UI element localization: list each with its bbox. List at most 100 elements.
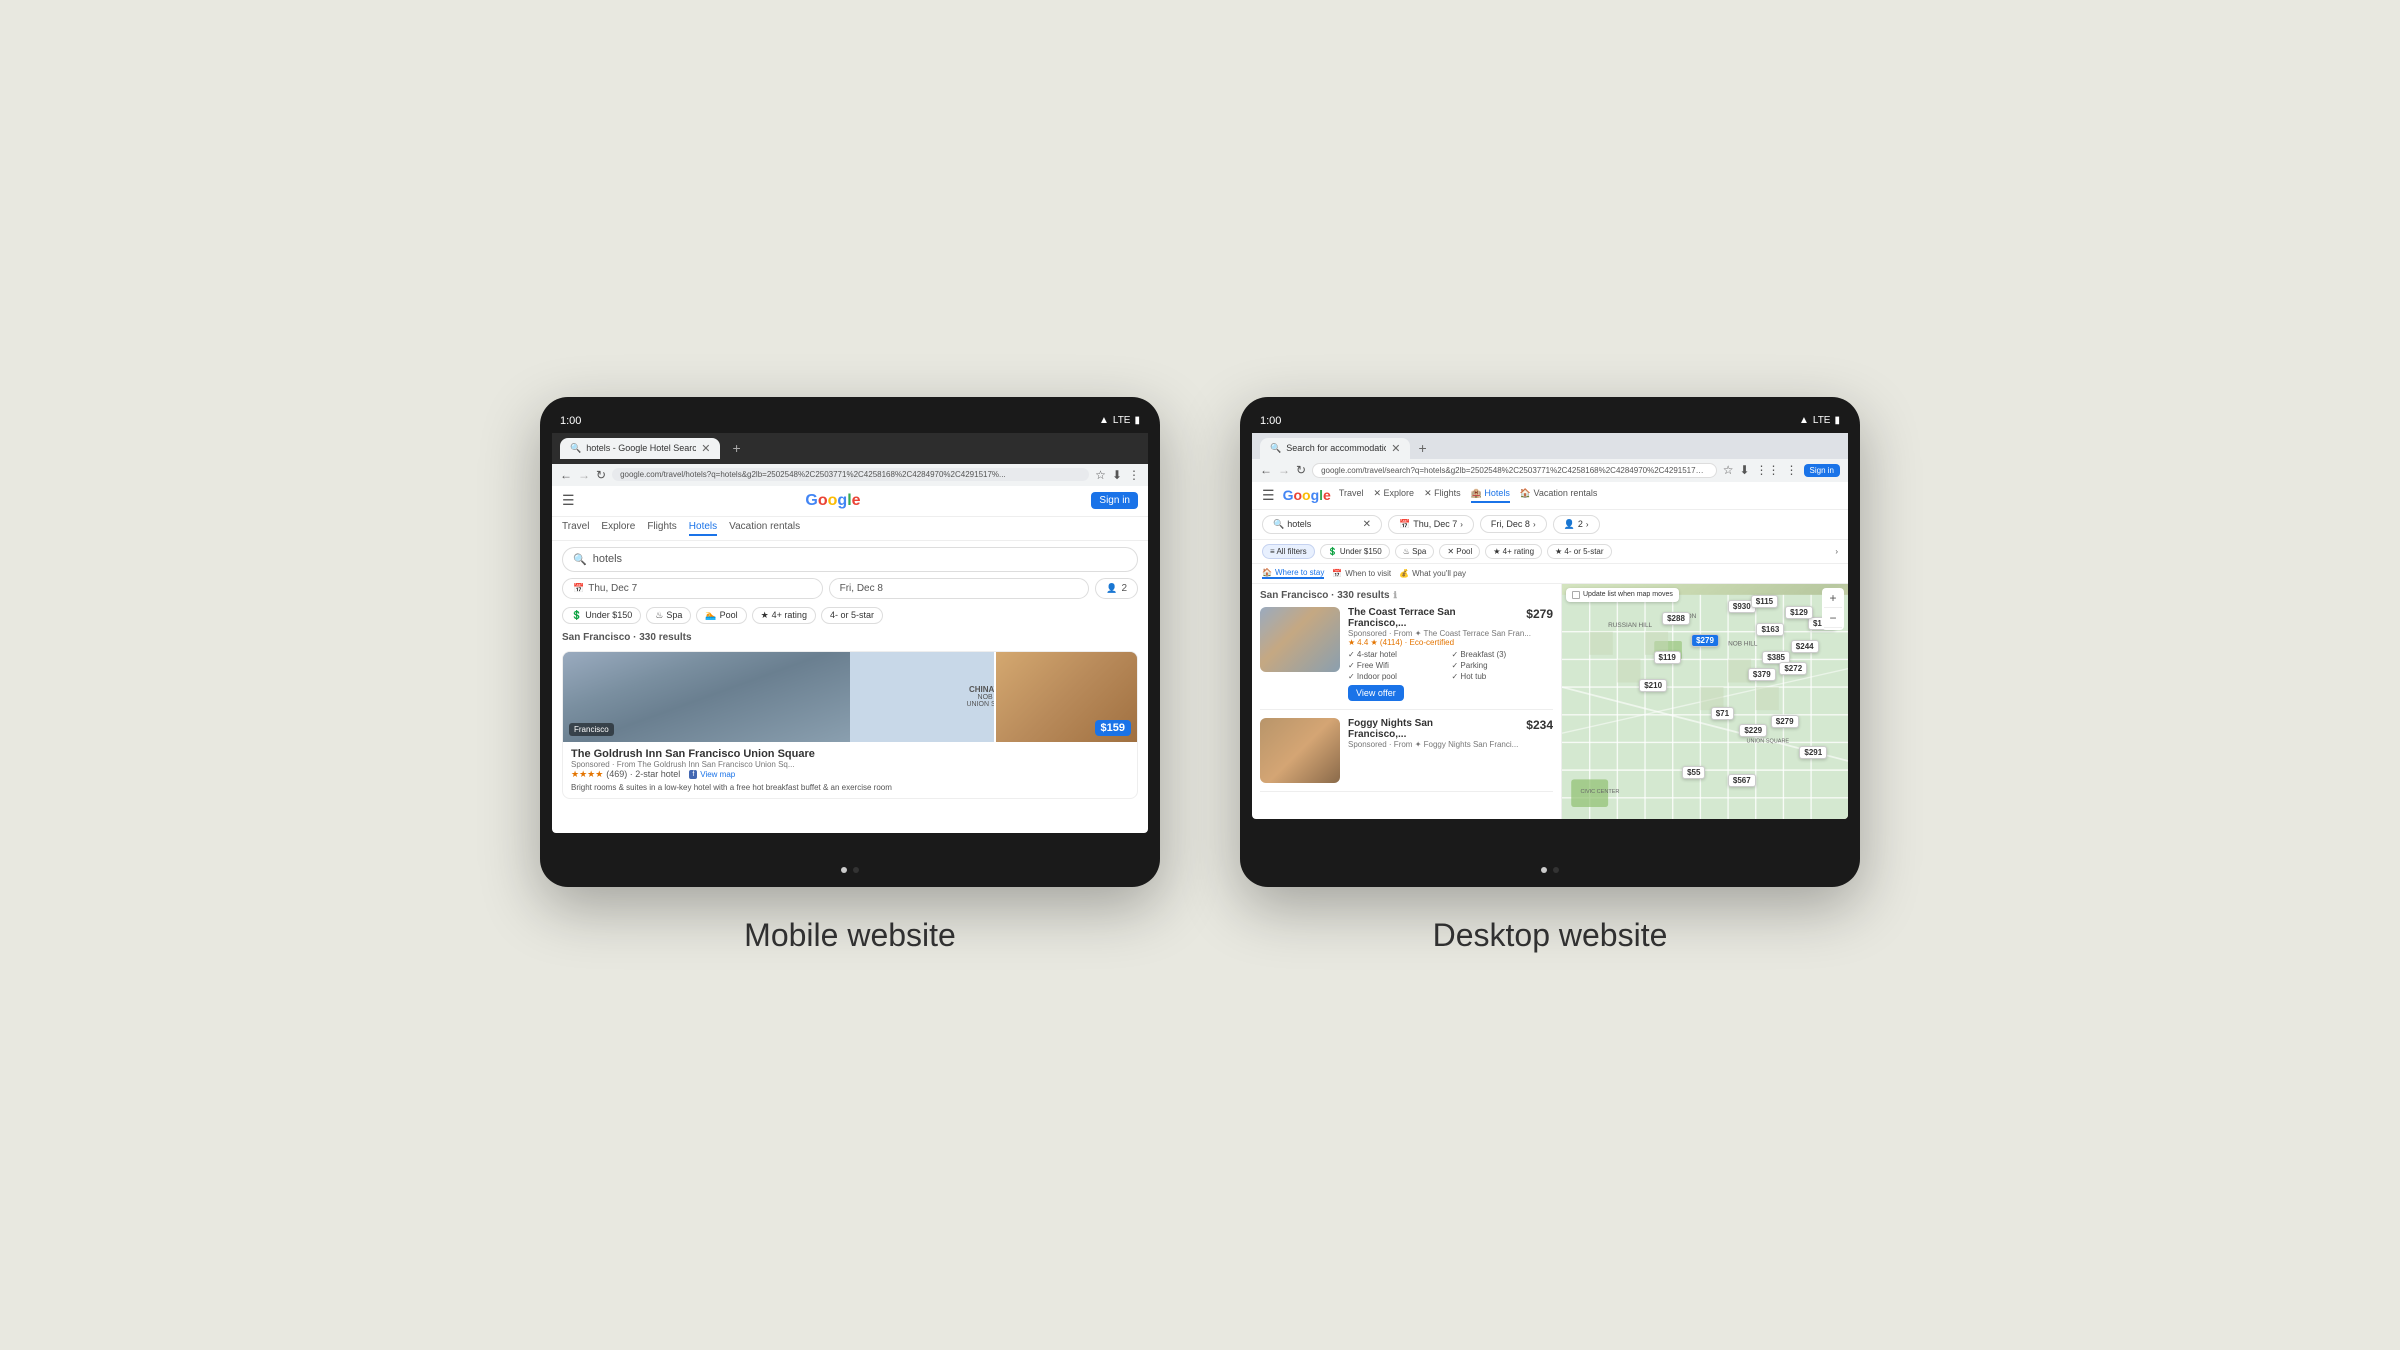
filter-spa[interactable]: ♨ Spa bbox=[1395, 544, 1435, 559]
desktop-hotel-card-1[interactable]: The Coast Terrace San Francisco,... $279… bbox=[1260, 607, 1553, 710]
price-pin-15[interactable]: $55 bbox=[1682, 766, 1705, 779]
tab-favicon: 🔍 bbox=[1270, 443, 1281, 454]
nav-flights[interactable]: Flights bbox=[647, 521, 676, 536]
amenity-type: ✓ 4-star hotel bbox=[1348, 650, 1450, 659]
tab-when-to-visit[interactable]: 📅 When to visit bbox=[1332, 568, 1391, 579]
hotel-name: The Goldrush Inn San Francisco Union Squ… bbox=[571, 748, 1129, 760]
hotel2-info: Foggy Nights San Francisco,... $234 Spon… bbox=[1348, 718, 1553, 783]
url-display[interactable]: google.com/travel/hotels?q=hotels&g2lb=2… bbox=[612, 468, 1089, 481]
desktop-back-icon[interactable]: ← bbox=[1260, 463, 1272, 477]
update-map-checkbox[interactable]: Update list when map moves bbox=[1566, 588, 1679, 602]
price-pin-14[interactable]: $291 bbox=[1799, 746, 1827, 759]
lte-label: LTE bbox=[1113, 415, 1131, 426]
desktop-grid-icon[interactable]: ⋮⋮ bbox=[1756, 463, 1780, 477]
desktop-nav-flights[interactable]: ✕ Flights bbox=[1424, 488, 1461, 503]
hamburger-icon[interactable]: ☰ bbox=[562, 492, 575, 509]
clear-icon[interactable]: ✕ bbox=[1363, 519, 1371, 530]
filter-rating[interactable]: ★ 4+ rating bbox=[752, 607, 816, 624]
view-map-link[interactable]: View map bbox=[700, 770, 735, 779]
desktop-bookmark-icon[interactable]: ☆ bbox=[1723, 463, 1734, 477]
desktop-checkin-picker[interactable]: 📅 Thu, Dec 7 › bbox=[1388, 515, 1474, 534]
mobile-address-bar[interactable]: ← → ↻ google.com/travel/hotels?q=hotels&… bbox=[552, 464, 1148, 486]
desktop-nav-travel[interactable]: Travel bbox=[1339, 488, 1364, 503]
desktop-menu-icon[interactable]: ⋮ bbox=[1786, 463, 1798, 477]
price-pin-13[interactable]: $279 bbox=[1771, 715, 1799, 728]
price-pin-1[interactable]: $288 bbox=[1662, 612, 1690, 625]
price-pin-6[interactable]: $272 bbox=[1779, 662, 1807, 675]
desktop-search-input[interactable]: 🔍 hotels ✕ bbox=[1262, 515, 1382, 534]
desktop-hamburger-icon[interactable]: ☰ bbox=[1262, 487, 1275, 504]
desktop-url-display[interactable]: google.com/travel/search?q=hotels&g2lb=2… bbox=[1312, 463, 1717, 478]
checkin-picker[interactable]: 📅 Thu, Dec 7 bbox=[562, 578, 823, 599]
filter-all[interactable]: ≡ All filters bbox=[1262, 544, 1315, 559]
mobile-hotel-card[interactable]: CHINATOWN NOB HILL UNION SQUARE $159 Fra… bbox=[562, 651, 1138, 799]
filter-spa[interactable]: ♨ Spa bbox=[646, 607, 691, 624]
nav-explore[interactable]: Explore bbox=[601, 521, 635, 536]
price-pin-9[interactable]: $129 bbox=[1785, 606, 1813, 619]
tab-what-youll-pay[interactable]: 💰 What you'll pay bbox=[1399, 568, 1466, 579]
price-pin-10[interactable]: $115 bbox=[1751, 595, 1778, 608]
filter-pool[interactable]: ✕ Pool bbox=[1439, 544, 1480, 559]
reload-icon[interactable]: ↻ bbox=[596, 468, 606, 482]
new-tab-button[interactable]: + bbox=[726, 438, 746, 458]
desktop-google-logo: Google bbox=[1283, 487, 1331, 503]
filter-stars[interactable]: 4- or 5-star bbox=[821, 607, 883, 624]
tab-close-icon[interactable]: ✕ bbox=[701, 442, 710, 455]
hotel1-price: $279 bbox=[1526, 607, 1553, 621]
tab-title: hotels - Google Hotel Search bbox=[586, 443, 696, 453]
desktop-nav-explore[interactable]: ✕ Explore bbox=[1374, 488, 1415, 503]
hotel1-cta-button[interactable]: View offer bbox=[1348, 685, 1404, 701]
filter-rating[interactable]: ★ 4+ rating bbox=[1485, 544, 1542, 559]
price-pin-5[interactable]: $379 bbox=[1748, 668, 1776, 681]
desktop-nav-hotels[interactable]: 🏨 Hotels bbox=[1471, 488, 1510, 503]
filter-stars[interactable]: ★ 4- or 5-star bbox=[1547, 544, 1612, 559]
checkin-icon: 📅 bbox=[1399, 519, 1410, 530]
price-pin-17[interactable]: $210 bbox=[1639, 679, 1667, 692]
desktop-guest-picker[interactable]: 👤 2 › bbox=[1553, 515, 1600, 534]
price-pin-highlighted[interactable]: $279 bbox=[1691, 634, 1719, 647]
bookmark-icon[interactable]: ☆ bbox=[1095, 468, 1106, 482]
checkout-picker[interactable]: Fri, Dec 8 bbox=[829, 578, 1090, 599]
desktop-active-tab[interactable]: 🔍 Search for accommodation... ✕ bbox=[1260, 438, 1410, 459]
forward-icon[interactable]: → bbox=[578, 468, 590, 482]
filter-budget[interactable]: 💲 Under $150 bbox=[562, 607, 641, 624]
price-pin-18[interactable]: $119 bbox=[1654, 651, 1681, 664]
filter-budget[interactable]: 💲 Under $150 bbox=[1320, 544, 1390, 559]
desktop-checkin: Thu, Dec 7 bbox=[1413, 519, 1457, 529]
tab-close-icon[interactable]: ✕ bbox=[1391, 442, 1400, 455]
zoom-in-button[interactable]: + bbox=[1824, 590, 1842, 608]
price-pin-11[interactable]: $71 bbox=[1711, 707, 1734, 720]
price-pin-3[interactable]: $163 bbox=[1756, 623, 1784, 636]
zoom-out-button[interactable]: − bbox=[1824, 610, 1842, 628]
mobile-search-box[interactable]: 🔍 hotels bbox=[562, 547, 1138, 572]
download-icon[interactable]: ⬇ bbox=[1112, 468, 1122, 482]
desktop-reload-icon[interactable]: ↻ bbox=[1296, 463, 1306, 477]
desktop-nav-vacation[interactable]: 🏠 Vacation rentals bbox=[1520, 488, 1598, 503]
guest-picker[interactable]: 👤 2 bbox=[1095, 578, 1138, 599]
filter-more[interactable]: › bbox=[1835, 547, 1838, 556]
desktop-new-tab-button[interactable]: + bbox=[1414, 438, 1430, 458]
price-pin-7[interactable]: $244 bbox=[1791, 640, 1819, 653]
mobile-signin-button[interactable]: Sign in bbox=[1091, 492, 1138, 509]
search-value: hotels bbox=[593, 553, 622, 565]
fb-icon: f bbox=[689, 770, 697, 779]
nav-travel[interactable]: Travel bbox=[562, 521, 589, 536]
back-icon[interactable]: ← bbox=[560, 468, 572, 482]
desktop-map-panel[interactable]: RUSSIAN HILL MASON NOB HILL CIVIC CENTER… bbox=[1562, 584, 1848, 819]
desktop-hotel-card-2[interactable]: Foggy Nights San Francisco,... $234 Spon… bbox=[1260, 718, 1553, 792]
desktop-address-bar: ← → ↻ google.com/travel/search?q=hotels&… bbox=[1252, 459, 1848, 482]
tab-where-to-stay[interactable]: 🏠 Where to stay bbox=[1262, 568, 1324, 579]
info-icon: ℹ bbox=[1394, 590, 1397, 601]
price-pin-16[interactable]: $567 bbox=[1728, 774, 1756, 787]
nav-vacation[interactable]: Vacation rentals bbox=[729, 521, 800, 536]
desktop-download-icon[interactable]: ⬇ bbox=[1739, 463, 1749, 477]
checkin-date: Thu, Dec 7 bbox=[588, 583, 637, 594]
desktop-checkout-picker[interactable]: Fri, Dec 8 › bbox=[1480, 515, 1547, 533]
filter-pool[interactable]: 🏊 Pool bbox=[696, 607, 746, 624]
desktop-signin-button[interactable]: Sign in bbox=[1804, 464, 1840, 477]
desktop-forward-icon[interactable]: → bbox=[1278, 463, 1290, 477]
mobile-active-tab[interactable]: 🔍 hotels - Google Hotel Search ✕ bbox=[560, 438, 720, 459]
menu-icon[interactable]: ⋮ bbox=[1128, 468, 1140, 482]
price-pin-12[interactable]: $229 bbox=[1739, 724, 1767, 737]
nav-hotels[interactable]: Hotels bbox=[689, 521, 717, 536]
